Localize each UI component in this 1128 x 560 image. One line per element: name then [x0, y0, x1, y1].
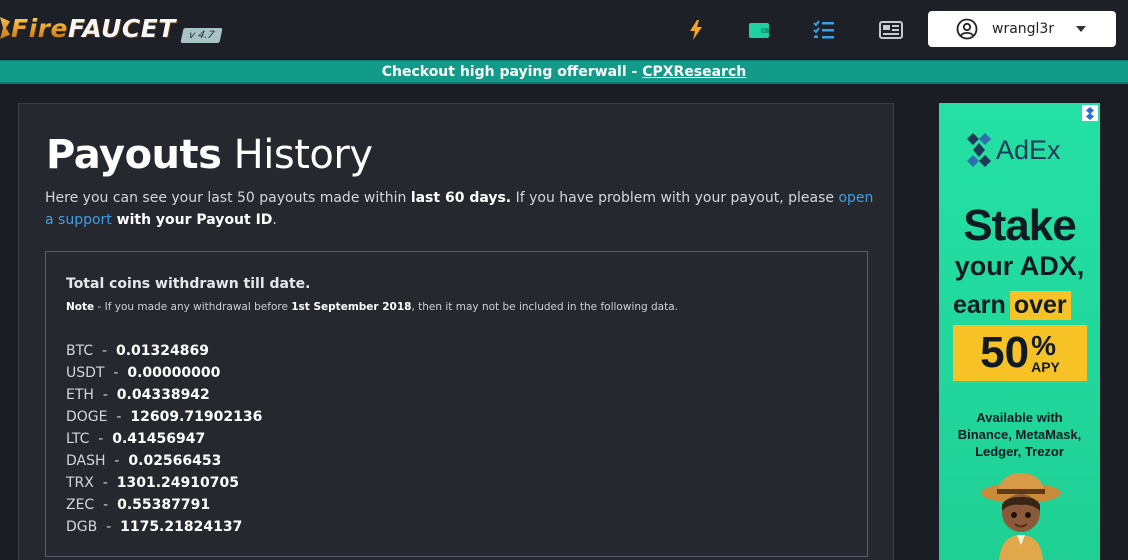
mascot-explorer-icon: [981, 473, 1061, 560]
coin-symbol: DOGE: [66, 409, 108, 425]
cpxresearch-link[interactable]: CPXResearch: [642, 64, 746, 80]
coin-row-zec: ZEC - 0.55387791: [66, 497, 211, 513]
coin-amount: 12609.71902136: [130, 409, 263, 425]
coin-row-dash: DASH - 0.02566453: [66, 453, 222, 469]
ad-percent-sign: %: [1031, 330, 1056, 361]
coin-amount: 0.00000000: [127, 365, 221, 381]
total-withdrawn-box: Total coins withdrawn till date. Note - …: [45, 251, 868, 557]
note-part-2: , then it may not be included in the fol…: [411, 301, 679, 313]
user-menu-dropdown[interactable]: wrangl3r: [928, 11, 1116, 47]
coin-row-doge: DOGE - 12609.71902136: [66, 409, 263, 425]
coin-amount: 0.01324869: [115, 343, 209, 359]
intro-part-1: Here you can see your last 50 payouts ma…: [45, 190, 411, 206]
top-navbar: FireFAUCET v 4.7 wrangl3r: [0, 0, 1128, 58]
box-title: Total coins withdrawn till date.: [66, 276, 311, 292]
announcement-bar: Checkout high paying offerwall - CPXRese…: [0, 60, 1128, 84]
ad-earn: earn: [953, 291, 1006, 319]
announcement-text: Checkout high paying offerwall -: [381, 64, 643, 80]
flame-logo-icon: [0, 17, 10, 39]
coin-symbol: ZEC: [66, 497, 95, 513]
coin-symbol: TRX: [66, 475, 94, 491]
wallet-icon[interactable]: [747, 18, 771, 42]
intro-end: .: [272, 212, 277, 228]
firefaucet-logo[interactable]: FireFAUCET v 4.7: [0, 10, 223, 46]
ad-choices-icon[interactable]: [1082, 105, 1098, 121]
coin-amount: 0.55387791: [117, 497, 211, 513]
coin-symbol: DASH: [66, 453, 106, 469]
note-date: 1st September 2018: [291, 301, 412, 313]
coin-amount: 0.41456947: [112, 431, 206, 447]
chevron-down-icon: [1076, 26, 1086, 32]
ad-line-2: your ADX,: [954, 251, 1085, 281]
intro-bold-days: last 60 days.: [410, 190, 512, 206]
adex-logo-icon: [967, 133, 991, 167]
coin-amount: 0.04338942: [116, 387, 210, 403]
coin-symbol: LTC: [66, 431, 90, 447]
box-note: Note - If you made any withdrawal before…: [66, 301, 678, 313]
ad-headline: Stake: [963, 201, 1076, 250]
ad-apy-side: % APY: [1031, 330, 1060, 375]
ad-apy-number: 50: [980, 328, 1030, 377]
coin-row-dgb: DGB - 1175.21824137: [66, 519, 243, 535]
coin-row-btc: BTC - 0.01324869: [66, 343, 209, 359]
coin-amount: 1301.24910705: [116, 475, 239, 491]
coin-row-eth: ETH - 0.04338942: [66, 387, 210, 403]
coin-amount: 1175.21824137: [120, 519, 243, 535]
ad-avail-line-2: Binance, MetaMask,: [957, 427, 1082, 442]
ad-avail-line-1: Available with: [976, 410, 1063, 425]
coin-symbol: BTC: [66, 343, 94, 359]
intro-text: Here you can see your last 50 payouts ma…: [45, 187, 875, 231]
coin-symbol: USDT: [66, 365, 105, 381]
payouts-history-card: Payouts History Here you can see your la…: [18, 103, 894, 560]
intro-part-2: If you have problem with your payout, pl…: [511, 190, 839, 206]
logo-fire: Fire: [11, 13, 68, 43]
intro-bold-payout-id: with your Payout ID: [111, 212, 273, 228]
ad-over: over: [1009, 291, 1071, 320]
tasks-icon[interactable]: [812, 18, 836, 42]
page-title: Payouts History: [46, 132, 373, 178]
ad-apy-block: 50 % APY: [953, 325, 1087, 381]
ad-avail-line-3: Ledger, Trezor: [975, 444, 1064, 459]
adex-brand-text: AdEx: [996, 134, 1061, 165]
coin-symbol: DGB: [66, 519, 98, 535]
coin-row-trx: TRX - 1301.24910705: [66, 475, 239, 491]
logo-text: FireFAUCET: [11, 14, 176, 43]
ad-availability: Available with Binance, MetaMask, Ledger…: [939, 409, 1100, 460]
user-circle-icon: [956, 18, 978, 40]
coin-totals-list: BTC - 0.01324869 USDT - 0.00000000 ETH -…: [66, 340, 262, 538]
ad-line-3: earn over: [953, 291, 1071, 320]
logo-faucet: FAUCET: [67, 13, 176, 43]
coin-symbol: ETH: [66, 387, 94, 403]
note-label: Note: [66, 301, 95, 313]
page-title-rest: History: [221, 132, 373, 178]
adex-advertisement[interactable]: AdEx Stake your ADX, earn over 50 % APY A…: [939, 103, 1100, 560]
version-badge: v 4.7: [180, 27, 223, 43]
note-part-1: - If you made any withdrawal before: [94, 301, 292, 313]
coin-amount: 0.02566453: [128, 453, 222, 469]
page-title-bold: Payouts: [46, 132, 222, 178]
newspaper-icon[interactable]: [879, 18, 903, 42]
coin-row-usdt: USDT - 0.00000000: [66, 365, 221, 381]
lightning-icon[interactable]: [684, 18, 708, 42]
coin-row-ltc: LTC - 0.41456947: [66, 431, 206, 447]
ad-apy-label: APY: [1031, 359, 1060, 375]
username: wrangl3r: [992, 21, 1055, 37]
adex-logo: AdEx: [966, 133, 1061, 167]
